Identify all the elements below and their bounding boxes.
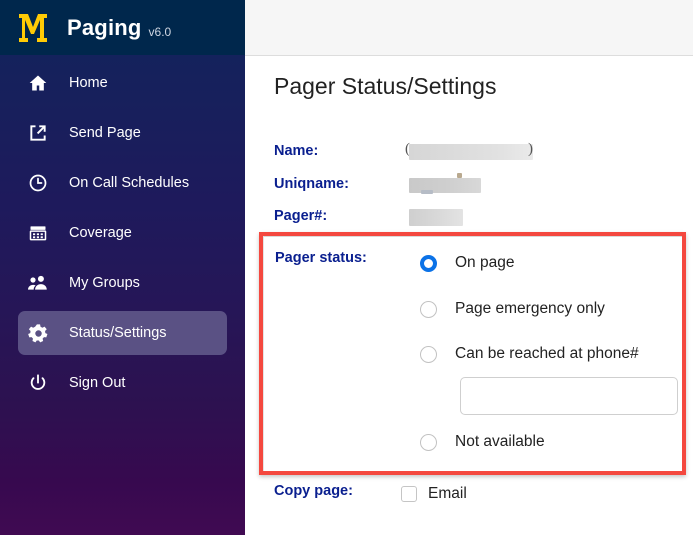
pager-status-panel: Pager status: On page Page emergency onl… [263, 236, 682, 471]
pager-status-highlight-box: Pager status: On page Page emergency onl… [259, 232, 686, 475]
copy-page-email-option[interactable]: Email [401, 485, 467, 503]
sidebar-item-label: Home [69, 75, 108, 91]
radio-option-on-page[interactable]: On page [420, 254, 514, 272]
radio-not-available[interactable] [420, 433, 437, 451]
sidebar-item-label: Send Page [69, 125, 141, 141]
email-checkbox-label[interactable]: Email [428, 485, 467, 503]
people-icon [27, 272, 49, 294]
radio-on-page[interactable] [420, 254, 437, 272]
uniqname-value-redacted [409, 178, 481, 193]
radio-label-on-page[interactable]: On page [455, 254, 514, 272]
radio-option-page-emergency-only[interactable]: Page emergency only [420, 300, 605, 318]
sidebar-item-my-groups[interactable]: My Groups [18, 261, 227, 305]
app-window: Paging v6.0 Home Send Page On Call Sched… [0, 0, 693, 535]
external-link-icon [27, 122, 49, 144]
uniqname-redaction-artifact [457, 173, 462, 178]
sidebar-nav: Home Send Page On Call Schedules Coverag… [0, 55, 245, 411]
sidebar-item-label: Status/Settings [69, 325, 167, 341]
uniqname-label: Uniqname: [274, 176, 349, 192]
sidebar-item-label: Sign Out [69, 375, 126, 391]
email-checkbox[interactable] [401, 486, 417, 502]
sidebar-item-label: On Call Schedules [69, 175, 190, 191]
radio-label-not-available[interactable]: Not available [455, 433, 545, 451]
sidebar-item-label: Coverage [69, 225, 132, 241]
copy-page-row: Copy page: [274, 483, 353, 499]
gear-icon [27, 322, 49, 344]
sidebar-item-coverage[interactable]: Coverage [18, 211, 227, 255]
power-icon [27, 372, 49, 394]
sidebar-item-status-settings[interactable]: Status/Settings [18, 311, 227, 355]
brand-version: v6.0 [148, 24, 172, 39]
sidebar: Paging v6.0 Home Send Page On Call Sched… [0, 0, 245, 535]
brand-header: Paging v6.0 [0, 0, 245, 55]
radio-page-emergency-only[interactable] [420, 300, 437, 318]
brand-title: Paging [67, 14, 142, 40]
clock-icon [27, 172, 49, 194]
radio-label-can-be-reached-at-phone[interactable]: Can be reached at phone# [455, 345, 639, 363]
name-paren-close: ) [528, 141, 533, 157]
sidebar-item-home[interactable]: Home [18, 61, 227, 105]
radio-can-be-reached-at-phone[interactable] [420, 345, 437, 363]
page-title: Pager Status/Settings [274, 73, 497, 99]
copy-page-label: Copy page: [274, 483, 353, 499]
uniqname-redaction-artifact-2 [421, 190, 433, 194]
sidebar-item-send-page[interactable]: Send Page [18, 111, 227, 155]
pager-status-label: Pager status: [275, 250, 367, 266]
main-content: Pager Status/Settings Name: ( ) Uniqname… [245, 57, 693, 535]
top-bar [245, 0, 693, 56]
phone-number-input[interactable] [460, 377, 678, 415]
calendar-icon [27, 222, 49, 244]
michigan-m-logo-icon [19, 13, 47, 42]
name-value-redacted [409, 144, 533, 160]
name-label: Name: [274, 143, 319, 159]
radio-label-page-emergency-only[interactable]: Page emergency only [455, 300, 605, 318]
pager-number-label: Pager#: [274, 208, 328, 224]
sidebar-item-on-call-schedules[interactable]: On Call Schedules [18, 161, 227, 205]
pager-number-value-redacted [409, 209, 463, 226]
sidebar-item-sign-out[interactable]: Sign Out [18, 361, 227, 405]
sidebar-item-label: My Groups [69, 275, 140, 291]
home-icon [27, 72, 49, 94]
radio-option-not-available[interactable]: Not available [420, 433, 545, 451]
radio-option-can-be-reached-at-phone[interactable]: Can be reached at phone# [420, 345, 639, 363]
